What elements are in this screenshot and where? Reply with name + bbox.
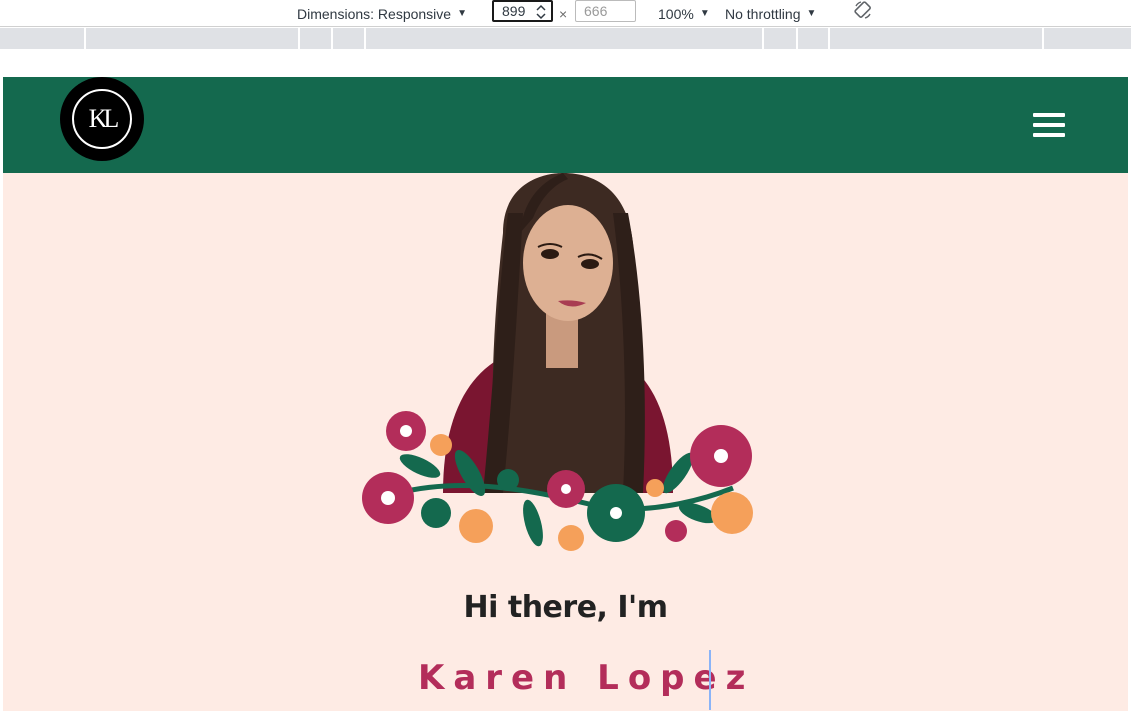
ruler-divider (796, 28, 798, 49)
logo-text: KL (88, 104, 120, 133)
typing-cursor (709, 650, 711, 710)
ruler-divider (298, 28, 300, 49)
ruler-divider (762, 28, 764, 49)
chevron-down-icon: ▼ (806, 8, 817, 19)
name-typed-text: Karen Lopez (418, 658, 755, 698)
height-placeholder: 666 (584, 3, 608, 19)
rotate-icon[interactable] (853, 0, 873, 20)
flower-pink (386, 411, 426, 451)
throttling-dropdown[interactable]: No throttling ▼ (725, 0, 816, 27)
height-input[interactable]: 666 (575, 0, 636, 22)
ruler-divider (828, 28, 830, 49)
ruler-divider (364, 28, 366, 49)
avatar-illustration (362, 173, 753, 551)
chevron-down-icon: ▼ (699, 8, 710, 19)
ruler-divider (84, 28, 86, 49)
site-navbar: KL (3, 77, 1128, 173)
ruler-divider (331, 28, 333, 49)
emulated-page: KL Hi there, I'm Karen Lopez (3, 77, 1128, 711)
spinner-arrows-icon[interactable] (535, 3, 547, 21)
flower-pink-large (362, 472, 414, 524)
dimensions-label: Dimensions: Responsive (297, 5, 452, 22)
site-logo[interactable]: KL (60, 77, 144, 161)
chevron-down-icon: ▼ (457, 8, 467, 19)
device-toolbar: Dimensions: Responsive ▼ 899 × 666 100% … (0, 0, 1131, 27)
zoom-dropdown[interactable]: 100% ▼ (658, 0, 710, 27)
media-query-ruler[interactable] (0, 28, 1131, 49)
zoom-label: 100% (658, 5, 694, 22)
ruler-divider (1042, 28, 1044, 49)
dimensions-dropdown[interactable]: Dimensions: Responsive ▼ (297, 0, 467, 27)
hamburger-menu-icon[interactable] (1033, 113, 1065, 137)
width-input[interactable]: 899 (492, 0, 553, 22)
times-symbol: × (559, 5, 568, 22)
greeting-heading: Hi there, I'm (463, 590, 668, 625)
width-value: 899 (502, 3, 526, 19)
throttling-label: No throttling (725, 5, 801, 22)
